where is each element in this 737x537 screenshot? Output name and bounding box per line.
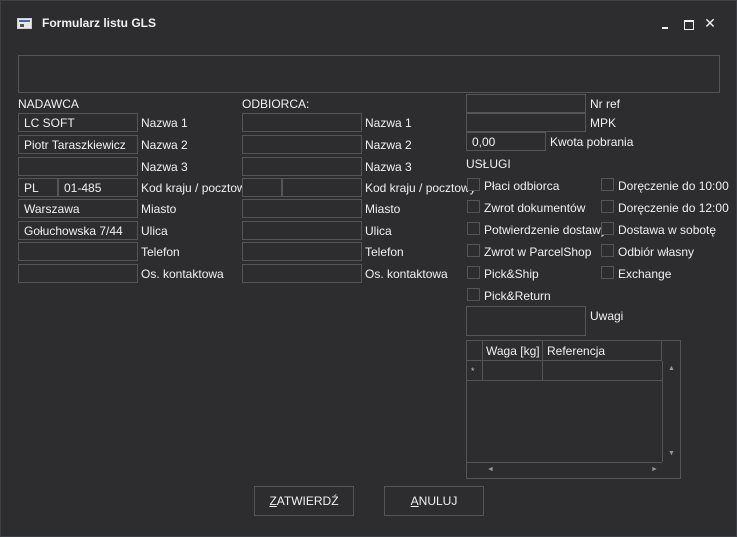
top-info-field[interactable] [18, 55, 720, 93]
form-icon [17, 18, 32, 29]
confirm-button-mnemonic: Z [269, 494, 277, 508]
recipient-city-input[interactable] [242, 199, 362, 218]
sender-name1-label: Nazwa 1 [141, 116, 188, 130]
service-label: Dostawa w sobotę [618, 223, 717, 237]
service-label: Zwrot w ParcelShop [484, 245, 592, 259]
scroll-down-icon[interactable]: ▼ [668, 450, 675, 457]
close-icon[interactable]: ✕ [703, 16, 717, 31]
recipient-street-label: Ulica [365, 224, 392, 238]
recipient-name2-label: Nazwa 2 [365, 138, 412, 152]
recipient-postal-input[interactable] [282, 178, 362, 197]
cod-amount-label: Kwota pobrania [550, 135, 634, 149]
cancel-button[interactable]: ANULUJ [384, 486, 484, 516]
sender-street-input[interactable] [18, 221, 138, 240]
mpk-label: MPK [590, 116, 617, 130]
service-checkbox-odbior-wlasny[interactable] [601, 244, 614, 257]
recipient-street-input[interactable] [242, 221, 362, 240]
grid-row-header-corner [467, 341, 483, 361]
service-checkbox-zwrot-dokumentow[interactable] [467, 200, 480, 213]
notes-label: Uwagi [590, 309, 624, 323]
sender-city-input[interactable] [18, 199, 138, 218]
recipient-country-input[interactable] [242, 178, 282, 197]
service-checkbox-placi-odbiorca[interactable] [467, 178, 480, 191]
service-label: Doręczenie do 10:00 [618, 179, 729, 193]
service-checkbox-dostawa-sobota[interactable] [601, 222, 614, 235]
cod-amount-input[interactable] [466, 132, 546, 151]
sender-name2-label: Nazwa 2 [141, 138, 188, 152]
mpk-input[interactable] [466, 113, 586, 132]
sender-name2-input[interactable] [18, 135, 138, 154]
service-label: Pick&Return [484, 289, 551, 303]
sender-phone-input[interactable] [18, 242, 138, 261]
nr-ref-label: Nr ref [590, 97, 620, 111]
scroll-left-icon[interactable]: ◄ [487, 466, 494, 473]
confirm-button[interactable]: ZATWIERDŹ [254, 486, 354, 516]
grid-column-header-label: Referencja [547, 344, 606, 358]
recipient-name3-input[interactable] [242, 157, 362, 176]
service-label: Doręczenie do 12:00 [618, 201, 729, 215]
service-label: Pick&Ship [484, 267, 539, 281]
service-label: Odbiór własny [618, 245, 695, 259]
service-label: Płaci odbiorca [484, 179, 560, 193]
sender-phone-label: Telefon [141, 245, 180, 259]
recipient-phone-label: Telefon [365, 245, 404, 259]
recipient-contact-input[interactable] [242, 264, 362, 283]
sender-street-label: Ulica [141, 224, 168, 238]
service-checkbox-potwierdzenie-dostawy[interactable] [467, 222, 480, 235]
recipient-contact-label: Os. kontaktowa [365, 267, 448, 281]
recipient-name1-label: Nazwa 1 [365, 116, 412, 130]
sender-contact-label: Os. kontaktowa [141, 267, 224, 281]
recipient-name1-input[interactable] [242, 113, 362, 132]
sender-country-postal-label: Kod kraju / pocztowy [141, 181, 252, 195]
grid-horizontal-scrollbar[interactable]: ◄ ► [467, 462, 662, 478]
service-label: Potwierdzenie dostawy [484, 223, 607, 237]
grid-column-header-weight[interactable]: Waga [kg] [483, 341, 543, 361]
service-checkbox-zwrot-parcelshop[interactable] [467, 244, 480, 257]
recipient-name3-label: Nazwa 3 [365, 160, 412, 174]
parcel-grid[interactable]: Waga [kg] Referencja * ▲ ▼ ◄ ► [466, 340, 681, 479]
maximize-icon[interactable] [682, 17, 696, 31]
window-title: Formularz listu GLS [42, 16, 157, 30]
sender-name3-input[interactable] [18, 157, 138, 176]
sender-heading: NADAWCA [18, 97, 79, 111]
sender-name3-label: Nazwa 3 [141, 160, 188, 174]
grid-new-row-header[interactable]: * [467, 361, 483, 381]
nr-ref-input[interactable] [466, 94, 586, 113]
sender-city-label: Miasto [141, 202, 177, 216]
sender-country-input[interactable] [18, 178, 58, 197]
recipient-phone-input[interactable] [242, 242, 362, 261]
notes-input[interactable] [466, 306, 586, 336]
grid-new-row-weight-cell[interactable] [483, 361, 543, 381]
grid-vertical-scrollbar[interactable]: ▲ ▼ [662, 361, 680, 462]
service-checkbox-pick-ship[interactable] [467, 266, 480, 279]
minimize-icon[interactable] [659, 17, 673, 31]
grid-column-header-label: Waga [kg] [486, 344, 540, 358]
cancel-button-mnemonic: A [410, 494, 419, 508]
sender-contact-input[interactable] [18, 264, 138, 283]
new-row-marker: * [471, 366, 475, 376]
service-label: Zwrot dokumentów [484, 201, 586, 215]
service-checkbox-pick-return[interactable] [467, 288, 480, 301]
service-checkbox-exchange[interactable] [601, 266, 614, 279]
cancel-button-label: NULUJ [418, 494, 458, 508]
sender-name1-input[interactable] [18, 113, 138, 132]
gls-form-window: Formularz listu GLS ✕ NADAWCA Nazwa 1 Na… [0, 0, 737, 537]
confirm-button-label: ATWIERDŹ [276, 494, 339, 508]
recipient-city-label: Miasto [365, 202, 401, 216]
service-checkbox-doreczenie-12[interactable] [601, 200, 614, 213]
grid-new-row-reference-cell[interactable] [543, 361, 662, 381]
service-label: Exchange [618, 267, 672, 281]
recipient-heading: ODBIORCA: [242, 97, 310, 111]
scroll-up-icon[interactable]: ▲ [668, 365, 675, 372]
recipient-country-postal-label: Kod kraju / pocztowy [365, 181, 476, 195]
sender-postal-input[interactable] [58, 178, 138, 197]
recipient-name2-input[interactable] [242, 135, 362, 154]
service-checkbox-doreczenie-10[interactable] [601, 178, 614, 191]
grid-column-header-reference[interactable]: Referencja [543, 341, 662, 361]
services-heading: USŁUGI [466, 157, 511, 171]
title-bar[interactable]: Formularz listu GLS ✕ [1, 1, 736, 41]
scroll-right-icon[interactable]: ► [651, 466, 658, 473]
